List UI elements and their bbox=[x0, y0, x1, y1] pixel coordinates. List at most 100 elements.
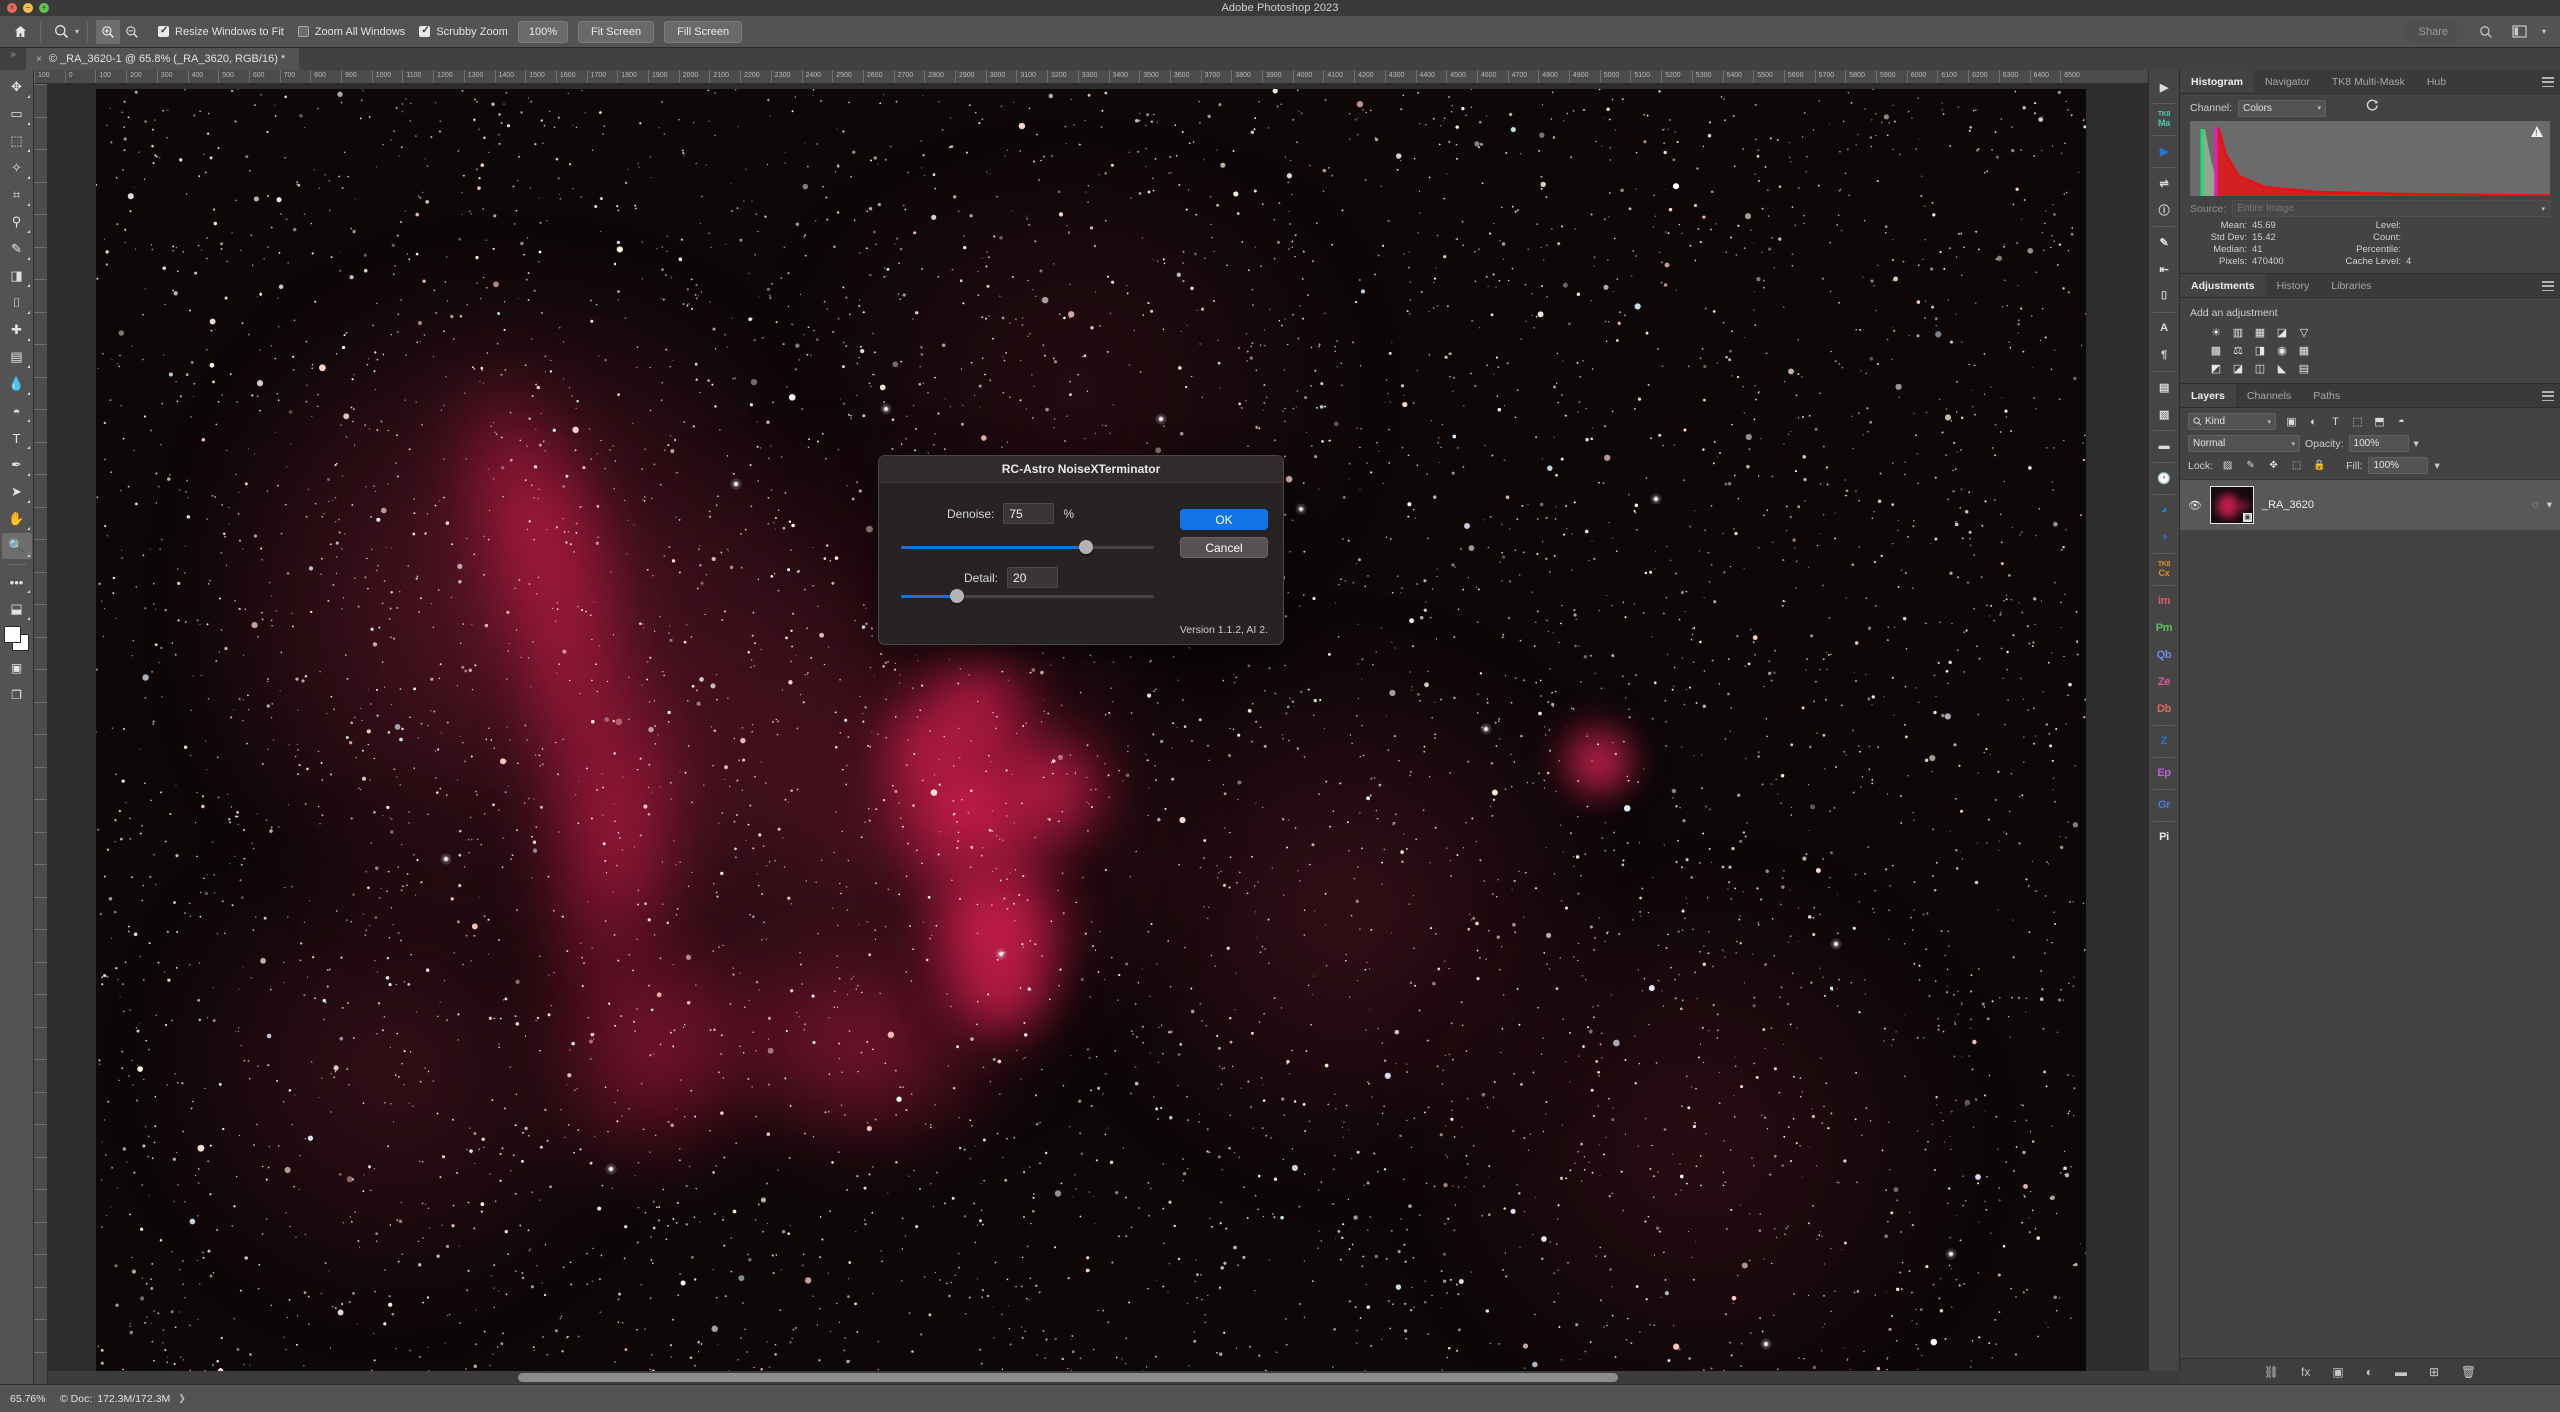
eraser-tool[interactable]: ◨ bbox=[2, 263, 32, 289]
curves-icon[interactable]: ▦ bbox=[2252, 325, 2268, 339]
filter-toggle-icon[interactable]: ◓ bbox=[2393, 414, 2410, 429]
home-icon[interactable] bbox=[8, 20, 32, 44]
gradient-map-icon[interactable]: ▤ bbox=[2296, 361, 2312, 375]
sliders-icon[interactable]: ⇌ bbox=[2150, 170, 2178, 196]
timeline-icon[interactable]: ▬ bbox=[2150, 433, 2178, 459]
document-size[interactable]: © Doc: 172.3M/172.3M bbox=[60, 1393, 170, 1405]
double-chevron-right-icon[interactable]: » bbox=[0, 48, 26, 70]
tk8-cx-icon[interactable]: TK8Cx bbox=[2150, 556, 2178, 582]
zerene-icon[interactable]: Ze bbox=[2150, 669, 2178, 695]
cancel-button[interactable]: Cancel bbox=[1180, 537, 1268, 558]
filter-adjustment-icon[interactable]: ◐ bbox=[2305, 414, 2322, 429]
tab-tk8-multi-mask[interactable]: TK8 Multi-Mask bbox=[2321, 70, 2416, 93]
dodge-tool[interactable]: ◓ bbox=[2, 398, 32, 424]
filter-shape-icon[interactable]: ⬚ bbox=[2349, 414, 2366, 429]
checkbox-box[interactable] bbox=[298, 26, 309, 37]
layer-filter-kind-select[interactable]: Kind ▾ bbox=[2188, 413, 2276, 430]
gradient-tool[interactable]: ▤ bbox=[2, 344, 32, 370]
filter-effect-icon[interactable]: ◌ bbox=[2532, 499, 2539, 511]
blend-mode-select[interactable]: Normal ▾ bbox=[2188, 435, 2300, 452]
blur-tool[interactable]: 💧 bbox=[2, 371, 32, 397]
detail-input[interactable]: 20 bbox=[1007, 567, 1058, 588]
tab-navigator[interactable]: Navigator bbox=[2254, 70, 2321, 93]
crop-tool[interactable]: ⌗ bbox=[2, 182, 32, 208]
new-group-icon[interactable]: ▬ bbox=[2395, 1365, 2407, 1379]
fill-input[interactable]: 100% bbox=[2368, 457, 2428, 474]
pixelmath-icon[interactable]: Pm bbox=[2150, 615, 2178, 641]
tab-histogram[interactable]: Histogram bbox=[2180, 70, 2254, 93]
denoise-input[interactable]: 75 bbox=[1003, 503, 1054, 524]
layer-style-icon[interactable]: fx bbox=[2301, 1365, 2310, 1379]
properties-icon[interactable]: ◑ bbox=[2150, 524, 2178, 550]
fit-screen-button[interactable]: Fit Screen bbox=[578, 21, 654, 43]
foreground-color-swatch[interactable] bbox=[4, 626, 21, 643]
photo-filter-icon[interactable]: ◉ bbox=[2274, 343, 2290, 357]
color-balance-icon[interactable]: ⚖ bbox=[2230, 343, 2246, 357]
hue-saturation-icon[interactable]: ▩ bbox=[2208, 343, 2224, 357]
checkbox-box[interactable] bbox=[419, 26, 430, 37]
fill-screen-button[interactable]: Fill Screen bbox=[664, 21, 742, 43]
brush-settings-icon[interactable]: ⇤ bbox=[2150, 256, 2178, 282]
lock-position-icon[interactable]: ✥ bbox=[2265, 458, 2282, 473]
tab-channels[interactable]: Channels bbox=[2236, 384, 2302, 407]
vertical-ruler[interactable] bbox=[34, 84, 48, 1384]
brush-tool[interactable]: ✎ bbox=[2, 236, 32, 262]
character-panel-icon[interactable]: A bbox=[2150, 315, 2178, 341]
tab-hub[interactable]: Hub bbox=[2416, 70, 2457, 93]
tab-history[interactable]: History bbox=[2266, 274, 2321, 297]
color-lookup-icon[interactable]: ◩ bbox=[2208, 361, 2224, 375]
chevron-down-icon[interactable]: ▾ bbox=[2434, 460, 2439, 472]
lock-transparency-icon[interactable]: ▨ bbox=[2219, 458, 2236, 473]
healing-brush-tool[interactable]: ✚ bbox=[2, 317, 32, 343]
link-layers-icon[interactable]: ⛓ bbox=[2264, 1365, 2279, 1379]
slider-thumb[interactable] bbox=[1079, 540, 1093, 554]
black-white-icon[interactable]: ◨ bbox=[2252, 343, 2268, 357]
z-plugin-icon[interactable]: Z bbox=[2150, 728, 2178, 754]
eye-icon[interactable]: 👁 bbox=[2188, 499, 2202, 512]
filter-smart-object-icon[interactable]: ⬒ bbox=[2371, 414, 2388, 429]
zoom-tool[interactable]: 🔍 bbox=[2, 533, 32, 559]
vibrance-icon[interactable]: ▽ bbox=[2296, 325, 2312, 339]
add-mask-icon[interactable]: ▣ bbox=[2332, 1365, 2343, 1379]
brush-properties-icon[interactable]: ✎ bbox=[2150, 229, 2178, 255]
noisexterminator-dialog[interactable]: RC-Astro NoiseXTerminator Denoise: 75 % … bbox=[878, 455, 1284, 645]
levels-icon[interactable]: ▥ bbox=[2230, 325, 2246, 339]
tab-adjustments[interactable]: Adjustments bbox=[2180, 274, 2266, 297]
pen-tool[interactable]: ✒ bbox=[2, 452, 32, 478]
measurement-icon[interactable]: ◕ bbox=[2150, 497, 2178, 523]
brightness-contrast-icon[interactable]: ☀ bbox=[2208, 325, 2224, 339]
refresh-icon[interactable] bbox=[2366, 99, 2379, 117]
panel-menu-icon[interactable] bbox=[2542, 77, 2554, 87]
denoise-slider[interactable] bbox=[901, 540, 1154, 554]
chevron-down-icon[interactable]: ▾ bbox=[2547, 499, 2552, 511]
paragraph-panel-icon[interactable]: ¶ bbox=[2150, 342, 2178, 368]
exposure-icon[interactable]: ◪ bbox=[2274, 325, 2290, 339]
pi-plugin-icon[interactable]: Pi bbox=[2150, 824, 2178, 850]
filter-type-icon[interactable]: T bbox=[2327, 414, 2344, 429]
rectangular-marquee-tool[interactable]: ▭ bbox=[2, 101, 32, 127]
screen-mode-icon[interactable]: ❐ bbox=[2, 682, 32, 708]
color-swatches[interactable] bbox=[4, 626, 30, 652]
checkbox-zoom-all-windows[interactable]: Zoom All Windows bbox=[298, 26, 405, 38]
type-tool[interactable]: T bbox=[2, 425, 32, 451]
ok-button[interactable]: OK bbox=[1180, 509, 1268, 530]
panel-menu-icon[interactable] bbox=[2542, 281, 2554, 291]
workspace-layout-icon[interactable] bbox=[2508, 20, 2532, 44]
horizontal-ruler[interactable]: 1000100200300400500600700800900100011001… bbox=[34, 70, 2180, 84]
detail-slider[interactable] bbox=[901, 589, 1154, 603]
play-action-icon[interactable]: ▶ bbox=[2150, 74, 2178, 100]
notes-icon[interactable]: ▧ bbox=[2150, 401, 2178, 427]
warning-icon[interactable] bbox=[2531, 126, 2543, 137]
layer-name[interactable]: _RA_3620 bbox=[2262, 499, 2524, 511]
invert-icon[interactable]: ◪ bbox=[2230, 361, 2246, 375]
clone-source-icon[interactable]: ⌷ bbox=[2150, 283, 2178, 309]
deepsky-icon[interactable]: Db bbox=[2150, 696, 2178, 722]
quickbits-icon[interactable]: Qb bbox=[2150, 642, 2178, 668]
share-button[interactable]: Share bbox=[2403, 21, 2464, 42]
path-selection-tool[interactable]: ➤ bbox=[2, 479, 32, 505]
chevron-down-icon[interactable]: ▾ bbox=[75, 27, 79, 36]
chevron-down-icon[interactable]: ▾ bbox=[2542, 27, 2546, 36]
object-selection-tool[interactable]: ✧ bbox=[2, 155, 32, 181]
lasso-tool[interactable]: ⬚ bbox=[2, 128, 32, 154]
channel-select[interactable]: Colors ▾ bbox=[2238, 100, 2326, 117]
